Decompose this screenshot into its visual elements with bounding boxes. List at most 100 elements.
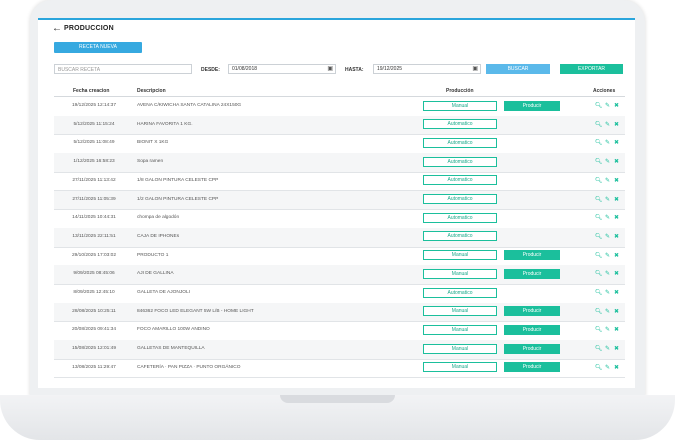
produce-button[interactable]: Producir: [504, 268, 560, 279]
search-icon[interactable]: 🔍︎: [594, 308, 603, 315]
close-icon[interactable]: ✖: [612, 270, 621, 277]
to-date-input[interactable]: 19/12/2025 ▣: [373, 64, 481, 74]
production-mode-button[interactable]: Automatico: [423, 287, 497, 298]
search-icon[interactable]: 🔍︎: [594, 177, 603, 184]
table-row: 8/09/2025 12:45:10 GALLETA DE AJONJOLI Aut…: [54, 284, 625, 304]
produce-button[interactable]: Producir: [504, 250, 560, 261]
pencil-icon[interactable]: ✎: [603, 233, 612, 240]
pencil-icon[interactable]: ✎: [603, 308, 612, 315]
pencil-icon[interactable]: ✎: [603, 364, 612, 371]
production-mode-button[interactable]: Manual: [423, 250, 497, 261]
close-icon[interactable]: ✖: [612, 139, 621, 146]
calendar-icon[interactable]: ▣: [472, 65, 478, 73]
row-date: 8/09/2025 12:45:10: [73, 290, 115, 295]
search-icon[interactable]: 🔍︎: [594, 102, 603, 109]
table-row: 20/08/2025 09:41:34 FOCO AMARILLO 100W AN…: [54, 321, 625, 342]
search-input[interactable]: BUSCAR RECETA: [54, 64, 192, 74]
close-icon[interactable]: ✖: [612, 345, 621, 352]
arrow-left-icon[interactable]: ←: [52, 23, 62, 34]
close-icon[interactable]: ✖: [612, 102, 621, 109]
close-icon[interactable]: ✖: [612, 326, 621, 333]
production-mode-button[interactable]: Manual: [423, 306, 497, 317]
production-mode-button[interactable]: Automatico: [423, 137, 497, 148]
pencil-icon[interactable]: ✎: [603, 102, 612, 109]
row-description: Sopa ramen: [137, 159, 164, 165]
table-row: 13/08/2025 11:29:47 CAFETERÍA · PAN PIZZA…: [54, 359, 625, 379]
row-actions: 🔍︎ ✎ ✖: [594, 252, 621, 259]
close-icon[interactable]: ✖: [612, 214, 621, 221]
production-mode-button[interactable]: Automatico: [423, 231, 497, 242]
calendar-icon[interactable]: ▣: [327, 65, 333, 73]
search-icon[interactable]: 🔍︎: [594, 139, 603, 146]
produce-button[interactable]: Producir: [504, 324, 560, 335]
production-mode-button[interactable]: Automatico: [423, 212, 497, 223]
search-icon[interactable]: 🔍︎: [594, 214, 603, 221]
search-icon[interactable]: 🔍︎: [594, 252, 603, 259]
from-date-input[interactable]: 01/08/2018 ▣: [228, 64, 336, 74]
close-icon[interactable]: ✖: [612, 308, 621, 315]
close-icon[interactable]: ✖: [612, 252, 621, 259]
to-date-value: 19/12/2025: [377, 66, 403, 72]
close-icon[interactable]: ✖: [612, 233, 621, 240]
search-icon[interactable]: 🔍︎: [594, 326, 603, 333]
close-icon[interactable]: ✖: [612, 121, 621, 128]
pencil-icon[interactable]: ✎: [603, 158, 612, 165]
row-description: GALLETA DE AJONJOLI: [137, 290, 190, 295]
production-mode-button[interactable]: Automatico: [423, 156, 497, 167]
close-icon[interactable]: ✖: [612, 196, 621, 203]
production-mode-button[interactable]: Automatico: [423, 119, 497, 130]
row-actions: 🔍︎ ✎ ✖: [594, 158, 621, 165]
search-icon[interactable]: 🔍︎: [594, 345, 603, 352]
produce-button[interactable]: Producir: [504, 362, 560, 373]
pencil-icon[interactable]: ✎: [603, 345, 612, 352]
pencil-icon[interactable]: ✎: [603, 289, 612, 296]
table-row: 28/08/2025 10:25:11 846362 FOCO LED ELEGA…: [54, 302, 625, 323]
search-icon[interactable]: 🔍︎: [594, 364, 603, 371]
row-actions: 🔍︎ ✎ ✖: [594, 233, 621, 240]
production-mode-button[interactable]: Manual: [423, 324, 497, 335]
row-description: CAJA DE IPHONEs: [137, 233, 180, 239]
search-icon[interactable]: 🔍︎: [594, 289, 603, 296]
close-icon[interactable]: ✖: [612, 364, 621, 371]
row-date: 27/11/2025 11:13:42: [72, 177, 116, 183]
table-row: 19/12/2025 12:14:37 AVENA C/KIWICHA SANTA…: [54, 97, 625, 117]
row-actions: 🔍︎ ✎ ✖: [594, 308, 621, 315]
production-mode-button[interactable]: Automatico: [423, 194, 497, 204]
production-mode-button[interactable]: Automatico: [423, 175, 497, 186]
pencil-icon[interactable]: ✎: [603, 177, 612, 184]
pencil-icon[interactable]: ✎: [603, 196, 612, 203]
production-mode-button[interactable]: Manual: [423, 343, 497, 354]
pencil-icon[interactable]: ✎: [603, 270, 612, 277]
pencil-icon[interactable]: ✎: [603, 139, 612, 146]
table-row: 13/11/2025 22:11:51 CAJA DE IPHONEs Automa…: [54, 227, 625, 248]
search-icon[interactable]: 🔍︎: [594, 158, 603, 165]
search-icon[interactable]: 🔍︎: [594, 233, 603, 240]
row-actions: 🔍︎ ✎ ✖: [594, 139, 621, 146]
search-icon[interactable]: 🔍︎: [594, 270, 603, 277]
pencil-icon[interactable]: ✎: [603, 326, 612, 333]
export-button[interactable]: EXPORTAR: [560, 64, 623, 74]
search-button[interactable]: BUSCAR: [486, 64, 550, 74]
pencil-icon[interactable]: ✎: [603, 252, 612, 259]
row-date: 14/11/2025 10:44:31: [72, 215, 116, 221]
row-date: 1/12/2025 16:58:23: [73, 159, 115, 165]
produce-button[interactable]: Producir: [504, 100, 560, 111]
production-mode-button[interactable]: Manual: [423, 362, 497, 373]
production-mode-button[interactable]: Manual: [423, 100, 497, 111]
new-recipe-button[interactable]: RECETA NUEVA: [54, 42, 142, 53]
pencil-icon[interactable]: ✎: [603, 214, 612, 221]
row-date: 9/09/2025 08:45:06: [73, 271, 115, 277]
table-row: 29/10/2025 17:03:02 PRODUCTO 1 Manual Produ…: [54, 247, 625, 267]
close-icon[interactable]: ✖: [612, 158, 621, 165]
produce-button[interactable]: Producir: [504, 343, 560, 354]
row-date: 29/10/2025 17:03:02: [71, 252, 116, 258]
from-label: DESDE:: [201, 67, 220, 73]
search-icon[interactable]: 🔍︎: [594, 196, 603, 203]
production-mode-button[interactable]: Manual: [423, 268, 497, 279]
close-icon[interactable]: ✖: [612, 289, 621, 296]
pencil-icon[interactable]: ✎: [603, 121, 612, 128]
search-icon[interactable]: 🔍︎: [594, 121, 603, 128]
produce-button[interactable]: Producir: [504, 306, 560, 317]
close-icon[interactable]: ✖: [612, 177, 621, 184]
row-description: PRODUCTO 1: [137, 252, 169, 258]
